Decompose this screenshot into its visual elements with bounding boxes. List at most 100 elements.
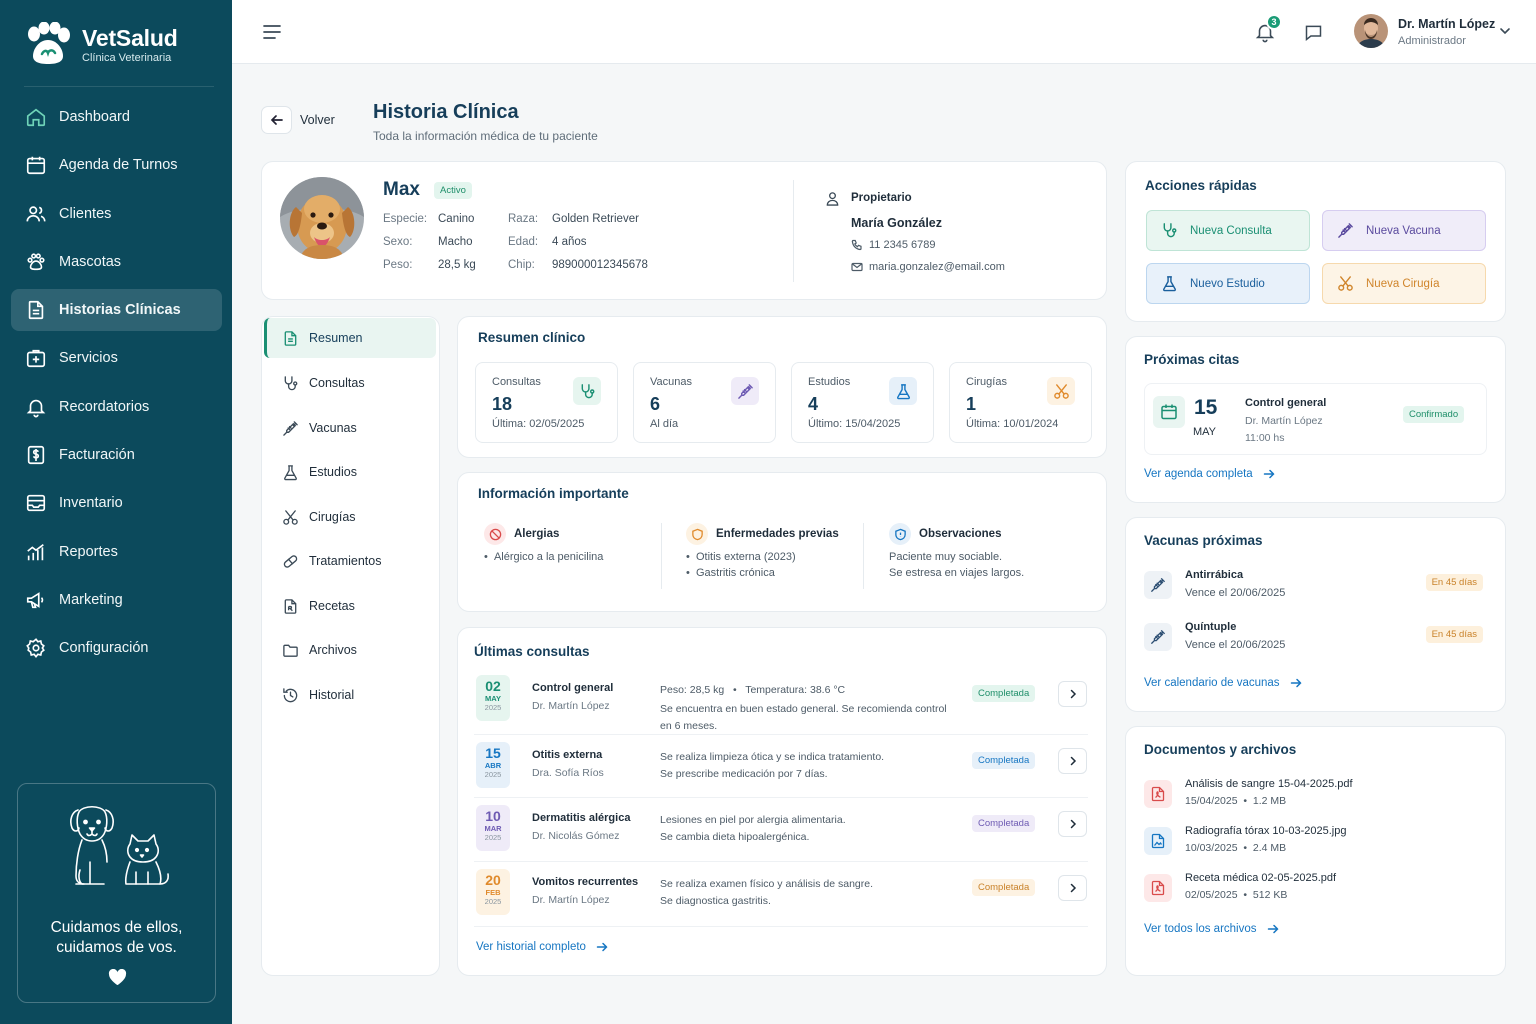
stat-value: 18 xyxy=(492,394,513,414)
open-consultation-button[interactable] xyxy=(1058,875,1087,901)
avatar[interactable] xyxy=(1354,14,1388,48)
owner-email[interactable]: maria.gonzalez@email.com xyxy=(851,261,1005,273)
chevron-right-icon xyxy=(1067,688,1079,700)
arrow-right-icon xyxy=(596,941,608,953)
sidebar-item-configuracion[interactable]: Configuración xyxy=(11,627,222,669)
back-label[interactable]: Volver xyxy=(300,113,335,127)
file-icon xyxy=(25,299,47,321)
dog-and-cat-illustration xyxy=(66,800,170,892)
section-title: Vacunas próximas xyxy=(1144,533,1263,548)
view-full-history-link[interactable]: Ver historial completo xyxy=(476,941,608,953)
owner-name[interactable]: María González xyxy=(851,216,942,230)
sidebar-item-label: Clientes xyxy=(59,205,112,222)
chat-icon[interactable] xyxy=(1303,22,1324,43)
open-consultation-button[interactable] xyxy=(1058,748,1087,774)
status-badge: Activo xyxy=(434,182,472,199)
page-title: Historia Clínica xyxy=(373,101,519,123)
brand-subtitle: Clínica Veterinaria xyxy=(82,51,172,64)
brand-divider xyxy=(24,86,214,87)
date-badge: 20 FEB 2025 xyxy=(476,869,510,915)
sidebar-item-reportes[interactable]: Reportes xyxy=(11,531,222,573)
list-item[interactable]: Quíntuple Vence el 20/06/2025 En 45 días xyxy=(1144,621,1483,661)
prescription-icon xyxy=(282,598,299,615)
owner-label: Propietario xyxy=(851,192,912,204)
chevron-right-icon xyxy=(1067,882,1079,894)
new-consultation-button[interactable]: Nueva Consulta xyxy=(1146,210,1310,251)
flask-icon xyxy=(1161,275,1178,292)
list-item[interactable]: Antirrábica Vence el 20/06/2025 En 45 dí… xyxy=(1144,569,1483,609)
arrow-right-icon xyxy=(1290,677,1302,689)
users-icon xyxy=(25,203,47,225)
new-vaccine-button[interactable]: Nueva Vacuna xyxy=(1322,210,1486,251)
tab-archivos[interactable]: Archivos xyxy=(264,630,436,670)
stat-card-cirugias[interactable]: Cirugías 1 Última: 10/01/2024 xyxy=(949,362,1092,443)
sidebar-item-agenda[interactable]: Agenda de Turnos xyxy=(11,144,222,186)
section-title: Información importante xyxy=(478,486,629,501)
table-row[interactable]: 20 FEB 2025 Vomitos recurrentes Dr. Martín… xyxy=(474,869,1088,919)
sex-value: Macho xyxy=(438,236,473,248)
sidebar-item-label: Agenda de Turnos xyxy=(59,157,178,174)
sidebar-item-facturacion[interactable]: Facturación xyxy=(11,434,222,476)
open-consultation-button[interactable] xyxy=(1058,811,1087,837)
table-row[interactable]: 10 MAR 2025 Dermatitis alérgica Dr. Nicolá… xyxy=(474,805,1088,855)
tab-cirugias[interactable]: Cirugías xyxy=(264,497,436,537)
stat-card-consultas[interactable]: Consultas 18 Última: 02/05/2025 xyxy=(475,362,618,443)
shield-icon xyxy=(686,523,708,545)
consultation-title: Vomitos recurrentes xyxy=(532,876,639,888)
consultation-notes: Peso: 28,5 kg • Temperatura: 38.6 °C Se … xyxy=(660,684,947,732)
chevron-down-icon[interactable] xyxy=(1498,24,1512,38)
vaccine-name: Quíntuple xyxy=(1185,621,1237,633)
upcoming-appointments: Próximas citas 15 MAY Control general Dr… xyxy=(1125,336,1506,503)
appointment-doctor: Dr. Martín López xyxy=(1245,415,1323,427)
sidebar-item-servicios[interactable]: Servicios xyxy=(11,337,222,379)
view-all-files-link[interactable]: Ver todos los archivos xyxy=(1144,923,1279,935)
tab-estudios[interactable]: Estudios xyxy=(264,452,436,492)
pet-name: Max xyxy=(383,179,420,200)
calendar-icon xyxy=(25,154,47,176)
sidebar-item-recordatorios[interactable]: Recordatorios xyxy=(11,386,222,428)
sidebar-item-clientes[interactable]: Clientes xyxy=(11,193,222,235)
section-title: Acciones rápidas xyxy=(1145,178,1257,193)
tab-label: Resumen xyxy=(309,331,363,345)
sidebar-item-marketing[interactable]: Marketing xyxy=(11,579,222,621)
tab-recetas[interactable]: Recetas xyxy=(264,586,436,626)
stat-card-estudios[interactable]: Estudios 4 Último: 15/04/2025 xyxy=(791,362,934,443)
tab-consultas[interactable]: Consultas xyxy=(264,363,436,403)
due-badge: En 45 días xyxy=(1425,574,1483,591)
appointment-item[interactable]: 15 MAY Control general Dr. Martín López … xyxy=(1144,383,1487,455)
consultation-title: Otitis externa xyxy=(532,749,603,761)
quick-actions: Acciones rápidas Nueva Consulta Nueva Va… xyxy=(1125,161,1506,322)
allergy-item: • Alérgico a la penicilina xyxy=(484,551,604,563)
sidebar-item-label: Facturación xyxy=(59,447,135,464)
tab-tratamientos[interactable]: Tratamientos xyxy=(264,541,436,581)
appointment-day: 15 xyxy=(1194,396,1218,419)
open-consultation-button[interactable] xyxy=(1058,681,1087,707)
new-study-button[interactable]: Nuevo Estudio xyxy=(1146,263,1310,304)
owner-phone[interactable]: 11 2345 6789 xyxy=(851,239,935,251)
home-icon xyxy=(25,106,47,128)
calendar-badge xyxy=(1153,396,1185,428)
view-vaccine-calendar-link[interactable]: Ver calendario de vacunas xyxy=(1144,677,1302,689)
sidebar-item-inventario[interactable]: Inventario xyxy=(11,482,222,524)
tab-historial[interactable]: Historial xyxy=(264,675,436,715)
table-row[interactable]: 02 MAY 2025 Control general Dr. Martín Lóp… xyxy=(474,675,1088,732)
view-agenda-link[interactable]: Ver agenda completa xyxy=(1144,468,1275,480)
flask-icon xyxy=(282,464,299,481)
user-name[interactable]: Dr. Martín López xyxy=(1398,17,1495,31)
menu-icon[interactable] xyxy=(262,22,282,42)
tab-vacunas[interactable]: Vacunas xyxy=(264,408,436,448)
sidebar-item-dashboard[interactable]: Dashboard xyxy=(11,96,222,138)
paw-icon xyxy=(25,251,47,273)
stat-card-vacunas[interactable]: Vacunas 6 Al día xyxy=(633,362,776,443)
sidebar-item-historias-clinicas[interactable]: Historias Clínicas xyxy=(11,289,222,332)
status-badge: Completada xyxy=(972,685,1036,702)
back-button[interactable] xyxy=(261,106,292,134)
sidebar-item-mascotas[interactable]: Mascotas xyxy=(11,241,222,283)
disease-item: • Gastritis crónica xyxy=(686,567,775,579)
tab-resumen[interactable]: Resumen xyxy=(264,318,436,358)
consultation-notes: Se realiza examen físico y análisis de s… xyxy=(660,878,874,907)
scissors-icon xyxy=(1047,377,1075,405)
table-row[interactable]: 15 ABR 2025 Otitis externa Dra. Sofía Ríos… xyxy=(474,742,1088,792)
new-surgery-button[interactable]: Nueva Cirugía xyxy=(1322,263,1486,304)
brand[interactable]: VetSalud Clínica Veterinaria xyxy=(24,22,178,66)
